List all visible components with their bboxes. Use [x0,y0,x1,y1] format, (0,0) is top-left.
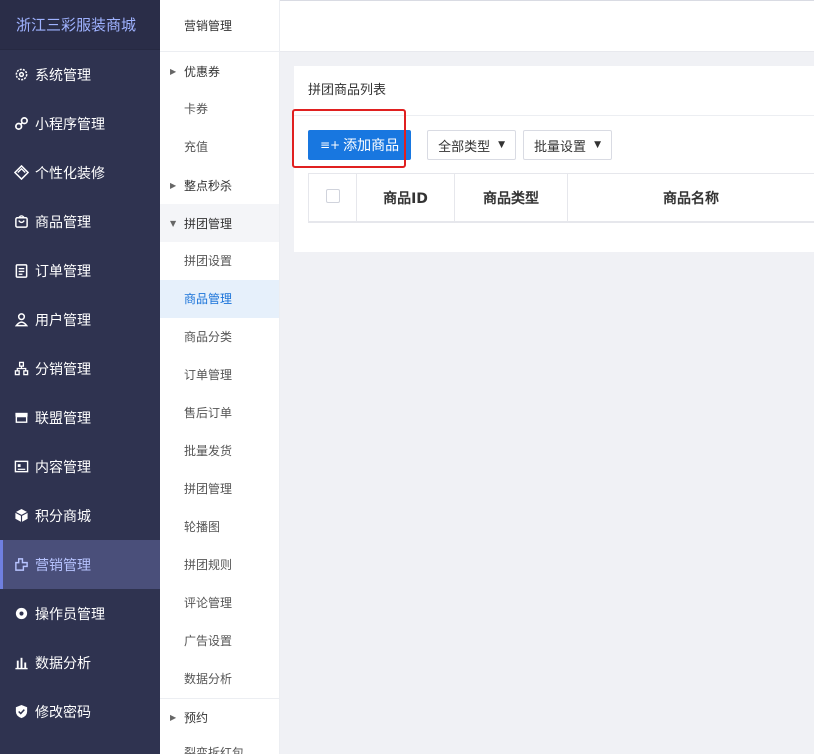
type-filter-value: 全部类型 [438,139,491,155]
sidebar-item-label: 修改密码 [35,704,91,721]
miniprogram-icon [13,116,29,132]
column-goods-type[interactable]: 商品类型 [455,174,568,222]
caret-down-icon: ▼ [594,140,601,150]
sidebar-item-label: 营销管理 [35,557,91,574]
sidebar-item-content[interactable]: 内容管理 [0,442,160,491]
sidebar-item-miniprogram[interactable]: 小程序管理 [0,99,160,148]
user-icon [13,312,29,328]
sidebar-item-decoration[interactable]: 个性化装修 [0,148,160,197]
submenu-item-goods-category[interactable]: 商品分类 [160,318,279,356]
org-chart-icon [13,361,29,377]
sidebar-item-alliance[interactable]: 联盟管理 [0,393,160,442]
submenu-group-group-buy[interactable]: ▼ 拼团管理 [160,204,279,242]
sidebar-item-password[interactable]: 修改密码 [0,687,160,736]
submenu-group-label: 拼团管理 [184,216,233,231]
sidebar-item-distribution[interactable]: 分销管理 [0,344,160,393]
column-goods-id[interactable]: 商品ID [357,174,455,222]
submenu-item-aftersale-orders[interactable]: 售后订单 [160,394,279,432]
submenu-item-group-manage[interactable]: 拼团管理 [160,470,279,508]
submenu-group-label: 预约 [184,711,209,725]
sidebar-item-label: 积分商城 [35,508,91,525]
sidebar-item-label: 用户管理 [35,312,91,329]
top-bar [280,0,814,52]
submenu-item-ad-settings[interactable]: 广告设置 [160,622,279,660]
bar-chart-icon [13,655,29,671]
goods-table-header: 商品ID 商品类型 商品名称 [308,173,814,223]
column-goods-name[interactable]: 商品名称 [568,174,814,222]
cube-icon [13,508,29,524]
submenu-item-order-manage[interactable]: 订单管理 [160,356,279,394]
sidebar-item-label: 商品管理 [35,214,91,231]
content-icon [13,459,29,475]
sidebar-item-users[interactable]: 用户管理 [0,295,160,344]
submenu-item-group-settings[interactable]: 拼团设置 [160,242,279,280]
submenu-group-coupon[interactable]: ▶ 优惠券 [160,52,279,90]
highlight-box [292,109,406,168]
sidebar-item-label: 个性化装修 [35,165,105,182]
store-icon [13,410,29,426]
submenu-group-reservation[interactable]: ▶ 预约 [160,698,279,736]
sidebar-item-operators[interactable]: 操作员管理 [0,589,160,638]
batch-settings-select[interactable]: 批量设置 ▼ [523,130,612,160]
caret-down-icon: ▼ [498,140,506,150]
submenu-item-card-coupon[interactable]: 卡券 [160,90,279,128]
main-content: 拼团商品列表 ≡+ 添加商品 全部类型 ▼ 批量设置 ▼ 商品ID 商品类型 商… [280,0,814,754]
caret-right-icon: ▶ [170,66,177,76]
gear-icon [13,67,29,83]
main-sidebar: 浙江三彩服装商城 系统管理 小程序管理 个性化装修 商品管理 订单管理 用户管理 [0,0,160,754]
sidebar-item-goods[interactable]: 商品管理 [0,197,160,246]
bag-icon [13,214,29,230]
submenu-group-label: 整点秒杀 [184,178,233,193]
marketing-icon [13,557,29,573]
secondary-menu: 营销管理 ▶ 优惠券 卡券 充值 ▶ 整点秒杀 ▼ 拼团管理 拼团设置 商品管理… [160,0,280,754]
submenu-item-data-analysis[interactable]: 数据分析 [160,660,279,698]
sidebar-item-label: 操作员管理 [35,606,105,623]
sidebar-item-label: 小程序管理 [35,116,105,133]
submenu-title: 营销管理 [160,0,279,52]
sidebar-item-label: 分销管理 [35,361,91,378]
sidebar-item-analytics[interactable]: 数据分析 [0,638,160,687]
submenu-item-cut-off[interactable]: 裂变拆红包 [160,744,279,754]
sidebar-item-label: 内容管理 [35,459,91,476]
batch-settings-value: 批量设置 [534,139,587,155]
select-all-checkbox[interactable] [325,189,340,203]
submenu-item-group-rules[interactable]: 拼团规则 [160,546,279,584]
select-all-cell [308,174,357,222]
sidebar-item-label: 系统管理 [35,67,91,84]
shield-check-icon [13,704,29,720]
caret-right-icon: ▶ [170,713,177,722]
caret-right-icon: ▶ [170,180,177,190]
sidebar-item-label: 订单管理 [35,263,91,280]
type-filter-select[interactable]: 全部类型 ▼ [427,130,517,160]
sidebar-item-orders[interactable]: 订单管理 [0,246,160,295]
submenu-group-label: 优惠券 [184,64,221,79]
sidebar-item-label: 数据分析 [35,655,91,672]
submenu-item-recharge[interactable]: 充值 [160,128,279,166]
submenu-item-batch-ship[interactable]: 批量发货 [160,432,279,470]
caret-down-icon: ▼ [170,218,177,228]
submenu-group-flash-sale[interactable]: ▶ 整点秒杀 [160,166,279,204]
clipboard-icon [13,263,29,279]
gear-solid-icon [13,606,29,622]
submenu-item-comments[interactable]: 评论管理 [160,584,279,622]
sidebar-item-points-mall[interactable]: 积分商城 [0,491,160,540]
sidebar-item-label: 联盟管理 [35,410,91,427]
sidebar-item-marketing[interactable]: 营销管理 [0,540,160,589]
sidebar-item-system[interactable]: 系统管理 [0,50,160,99]
submenu-item-carousel[interactable]: 轮播图 [160,508,279,546]
decoration-icon [13,165,29,181]
brand-title: 浙江三彩服装商城 [0,0,160,50]
submenu-item-goods-manage[interactable]: 商品管理 [160,280,279,318]
